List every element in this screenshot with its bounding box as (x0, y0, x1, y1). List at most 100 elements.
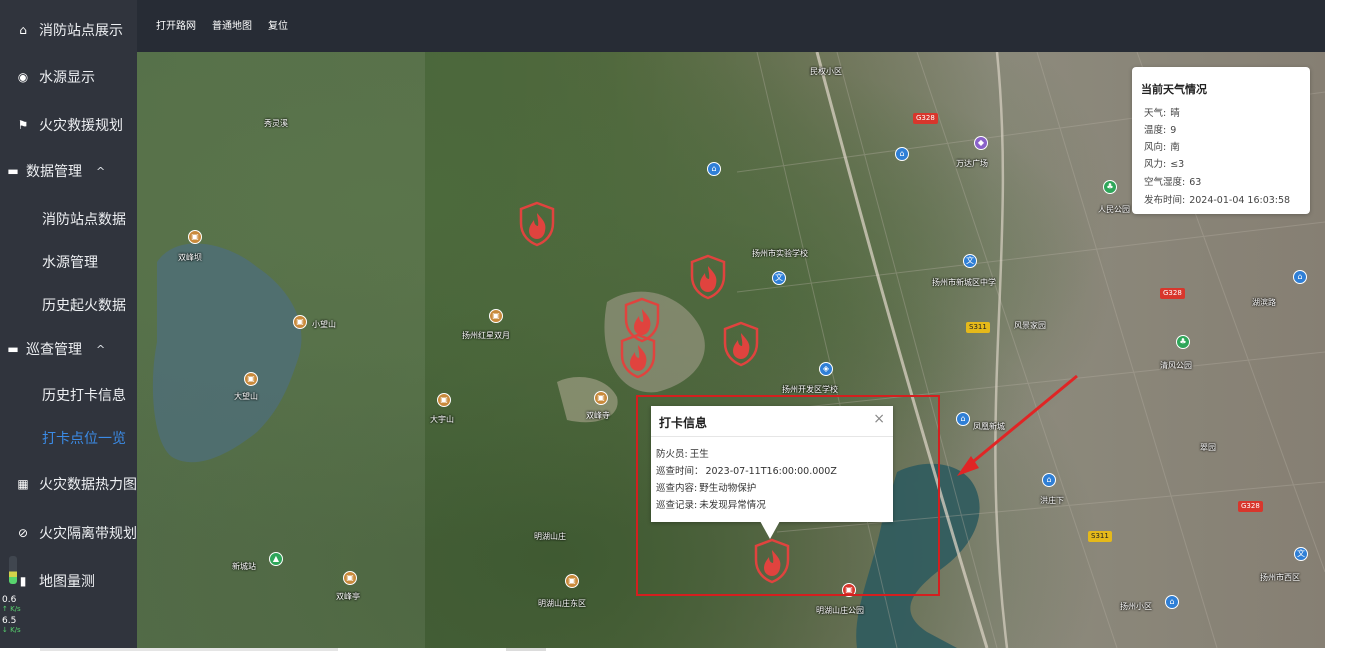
poi-landmark-icon[interactable]: ▣ (244, 372, 258, 386)
bank-icon[interactable]: ⌂ (707, 162, 721, 176)
map-place-label: 扬州市西区 (1260, 573, 1300, 582)
poi-landmark-icon[interactable]: ▣ (489, 309, 503, 323)
menu-water-display[interactable]: ◉ 水源显示 (0, 55, 137, 99)
flag-icon: ⚑ (17, 118, 29, 132)
map-place-label: 扬州小区 (1120, 602, 1152, 611)
menu-checkin-history[interactable]: 历史打卡信息 (0, 373, 137, 417)
shopping-icon[interactable]: ◆ (974, 136, 988, 150)
menu-checkin-points[interactable]: 打卡点位一览 (0, 416, 137, 460)
school-icon[interactable]: ◈ (819, 362, 833, 376)
bank-icon[interactable]: ⌂ (895, 147, 909, 161)
school-icon[interactable]: 文 (772, 271, 786, 285)
poi-landmark-icon[interactable]: ▣ (188, 230, 202, 244)
download-arrow-icon: ↓ (2, 626, 8, 634)
school-icon[interactable]: 文 (1294, 547, 1308, 561)
menu-firebreak-planning[interactable]: ⊘ 火灾隔离带规划 (0, 511, 137, 555)
horizontal-scrollbar[interactable] (0, 648, 1356, 661)
weather-value: ≤3 (1170, 159, 1185, 170)
fire-marker-icon[interactable] (619, 333, 657, 379)
menu-fire-heatmap[interactable]: ▦ 火灾数据热力图 (0, 462, 137, 506)
park-icon[interactable]: ♣ (1103, 180, 1117, 194)
map-place-label: 翠园 (1200, 443, 1216, 452)
popup-row-patrol-time: 巡查时间： 2023-07-11T16:00:00.000Z (656, 463, 837, 477)
chevron-up-icon: ^ (96, 342, 106, 356)
weather-key: 温度: (1144, 125, 1167, 136)
weather-key: 发布时间: (1144, 195, 1186, 206)
menu-label: 火灾救援规划 (39, 118, 123, 134)
popup-key: 巡查记录: (656, 500, 698, 511)
bank-icon[interactable]: ⌂ (1165, 595, 1179, 609)
menu-label: 消防站点展示 (39, 23, 123, 39)
menu-label: 水源管理 (42, 255, 98, 271)
popup-value: 野生动物保护 (699, 483, 757, 494)
weather-value: 63 (1189, 177, 1202, 188)
map-place-label: 民权小区 (810, 67, 842, 76)
road-number-badge: G328 (913, 113, 938, 124)
network-speed-widget: 0.6 ↑ K/s 6.5 ↓ K/s (2, 596, 21, 635)
weather-key: 风向: (1144, 142, 1167, 153)
top-toolbar: 打开路网 普通地图 复位 (137, 0, 1325, 52)
bank-icon[interactable]: ⌂ (956, 412, 970, 426)
menu-station-data[interactable]: 消防站点数据 (0, 197, 137, 241)
map-place-label: 扬州红星双月 (462, 331, 510, 340)
popup-row-ranger: 防火员: 王生 (656, 446, 709, 460)
map-place-label: 明湖山庄东区 (538, 599, 586, 608)
bank-icon[interactable]: ⌂ (1042, 473, 1056, 487)
map-place-label: 扬州开发区学校 (782, 385, 838, 394)
weather-key: 空气湿度: (1144, 177, 1186, 188)
menu-fire-history[interactable]: 历史起火数据 (0, 283, 137, 327)
menu-label: 消防站点数据 (42, 212, 126, 228)
fire-marker-icon[interactable] (518, 201, 556, 247)
menu-patrol-management[interactable]: ▬ 巡查管理 ^ (0, 327, 137, 371)
popup-divider (651, 436, 893, 437)
poi-landmark-icon[interactable]: ▣ (293, 315, 307, 329)
menu-station-display[interactable]: ⌂ 消防站点展示 (0, 8, 137, 52)
school-icon[interactable]: 文 (963, 254, 977, 268)
open-road-network-button[interactable]: 打开路网 (156, 0, 196, 52)
weather-title: 当前天气情况 (1141, 83, 1207, 96)
popup-row-patrol-record: 巡查记录: 未发现异常情况 (656, 497, 766, 511)
bank-icon[interactable]: ⌂ (1293, 270, 1307, 284)
scrollbar-thumb[interactable] (40, 648, 338, 651)
road-number-badge: G328 (1238, 501, 1263, 512)
map-place-label: 湖滨路 (1252, 298, 1276, 307)
poi-landmark-icon[interactable]: ▣ (594, 391, 608, 405)
map-place-label: 小望山 (312, 320, 336, 329)
map-place-label: 双峰寺 (586, 411, 610, 420)
menu-data-management[interactable]: ▬ 数据管理 ^ (0, 149, 137, 193)
monitor-icon: ▬ (7, 164, 19, 178)
popup-key: 防火员: (656, 449, 688, 460)
menu-label: 历史打卡信息 (42, 388, 126, 404)
close-icon[interactable]: × (873, 411, 885, 427)
road-number-badge: S311 (1088, 531, 1112, 542)
weather-row-temperature: 温度: 9 (1144, 122, 1176, 136)
poi-landmark-icon[interactable]: ▣ (343, 571, 357, 585)
map-place-label: 双峰坝 (178, 253, 202, 262)
map-place-label: 万达广场 (956, 159, 988, 168)
poi-landmark-icon[interactable]: ▣ (437, 393, 451, 407)
reset-button[interactable]: 复位 (268, 0, 288, 52)
weather-value: 南 (1170, 142, 1180, 153)
mountain-icon[interactable]: ▲ (269, 552, 283, 566)
weather-value: 9 (1170, 125, 1177, 136)
weather-row-humidity: 空气湿度: 63 (1144, 174, 1201, 188)
menu-rescue-planning[interactable]: ⚑ 火灾救援规划 (0, 103, 137, 147)
upload-arrow-icon: ↑ (2, 605, 8, 613)
checkin-info-popup: 打卡信息 × 防火员: 王生 巡查时间： 2023-07-11T16:00:00.0… (651, 406, 893, 522)
weather-row-wind-force: 风力: ≤3 (1144, 156, 1184, 170)
menu-water-management[interactable]: 水源管理 (0, 240, 137, 284)
fire-marker-icon[interactable] (722, 321, 760, 367)
sidebar: ⌂ 消防站点展示 ◉ 水源显示 ⚑ 火灾救援规划 ▬ 数据管理 ^ 消防站点数据… (0, 0, 137, 648)
fire-marker-icon[interactable] (689, 254, 727, 300)
normal-map-button[interactable]: 普通地图 (212, 0, 252, 52)
app-root: ⌂ 消防站点展示 ◉ 水源显示 ⚑ 火灾救援规划 ▬ 数据管理 ^ 消防站点数据… (0, 0, 1356, 661)
park-icon[interactable]: ♣ (1176, 335, 1190, 349)
weather-panel: 当前天气情况 天气: 晴 温度: 9 风向: 南 风力: ≤3 空气湿度: 63 发布时间… (1132, 67, 1310, 214)
download-unit: K/s (10, 626, 21, 634)
home-icon: ⌂ (19, 23, 27, 37)
weather-row-condition: 天气: 晴 (1144, 105, 1180, 119)
poi-landmark-icon[interactable]: ▣ (565, 574, 579, 588)
map-place-label: 新城站 (232, 562, 256, 571)
map-place-label: 凤凰新城 (973, 422, 1005, 431)
menu-label: 巡查管理 (26, 342, 82, 358)
